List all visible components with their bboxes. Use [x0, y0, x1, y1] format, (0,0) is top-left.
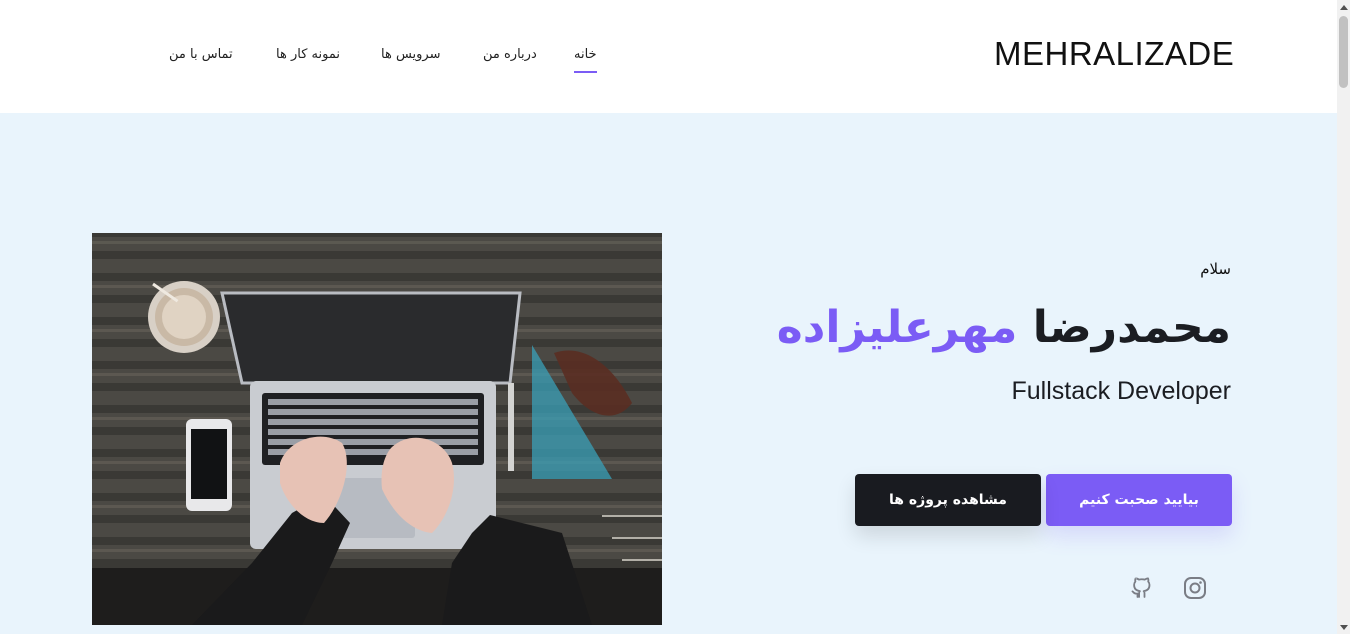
scroll-thumb[interactable]: [1339, 16, 1348, 88]
view-projects-button[interactable]: مشاهده پروژه ها: [855, 474, 1041, 526]
hero-role: Fullstack Developer: [1011, 377, 1231, 405]
nav-item-services[interactable]: سرویس ها: [381, 44, 440, 66]
instagram-icon[interactable]: [1182, 575, 1208, 601]
nav-item-portfolio[interactable]: نمونه کار ها: [276, 44, 340, 66]
hero-image: [92, 233, 662, 625]
scroll-up-icon[interactable]: [1337, 0, 1350, 14]
hero-last-name: مهرعلیزاده: [776, 302, 1018, 353]
nav-item-about[interactable]: درباره من: [483, 44, 537, 66]
nav-item-contact[interactable]: تماس با من: [169, 44, 233, 66]
hero-greeting: سلام: [1200, 260, 1231, 278]
hero-section: سلام محمدرضا مهرعلیزاده Fullstack Develo…: [0, 113, 1337, 634]
scroll-down-icon[interactable]: [1337, 620, 1350, 634]
hero-first-name: محمدرضا: [1032, 302, 1231, 353]
hero-name: محمدرضا مهرعلیزاده: [777, 293, 1231, 363]
main-nav: خانه درباره من سرویس ها نمونه کار ها تما…: [150, 44, 620, 74]
lets-talk-button[interactable]: بیایید صحبت کنیم: [1046, 474, 1232, 526]
page-scrollbar[interactable]: [1337, 0, 1350, 634]
github-icon[interactable]: [1128, 575, 1154, 601]
window-edge: [1350, 0, 1366, 634]
nav-item-home[interactable]: خانه: [574, 44, 597, 73]
site-header: MEHRALIZADE خانه درباره من سرویس ها نمون…: [0, 0, 1337, 113]
site-logo[interactable]: MEHRALIZADE: [994, 34, 1234, 74]
